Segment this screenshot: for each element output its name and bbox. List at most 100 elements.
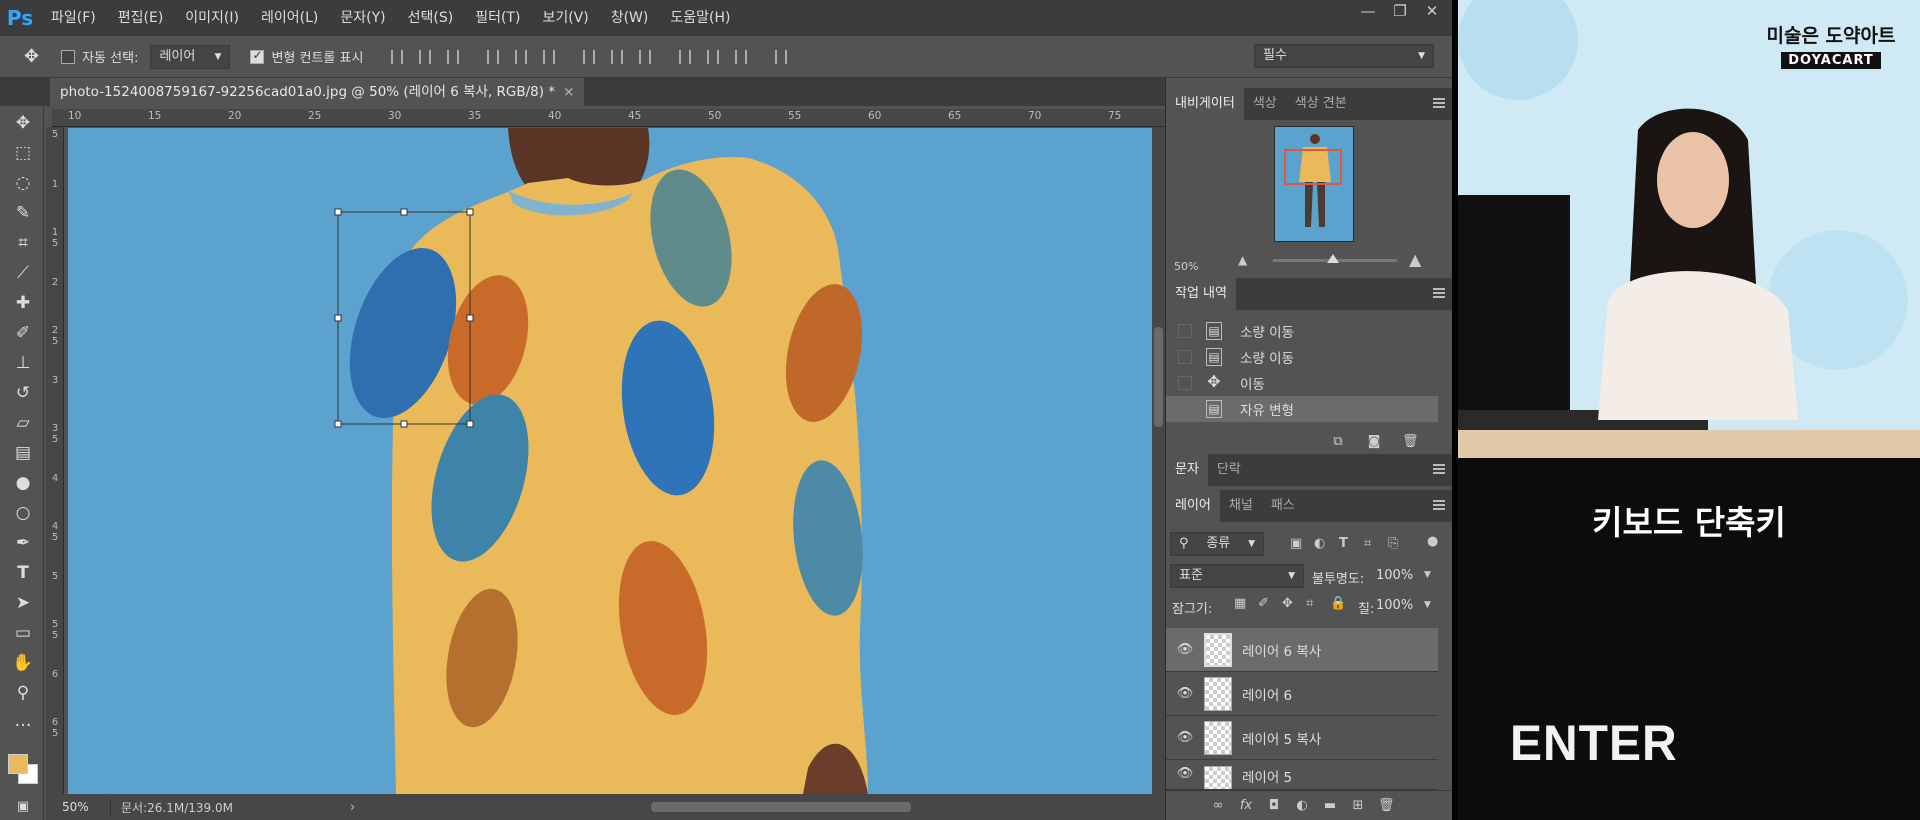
lock-position-icon[interactable]: ✥ — [1282, 596, 1293, 611]
eyedropper-tool-icon[interactable]: ⟋ — [12, 262, 34, 284]
history-checkbox[interactable] — [1178, 376, 1192, 390]
lock-transparent-icon[interactable]: ▦ — [1234, 596, 1246, 611]
visibility-eye-icon[interactable]: 👁 — [1166, 686, 1204, 701]
document-size-info[interactable]: 문서:26.1M/139.0M — [110, 798, 270, 816]
type-tool-icon[interactable]: T — [12, 562, 34, 584]
restore-button[interactable]: ❐ — [1384, 0, 1416, 24]
filter-type-icon[interactable]: T — [1339, 536, 1348, 551]
brush-tool-icon[interactable]: ✐ — [12, 322, 34, 344]
visibility-eye-icon[interactable]: 👁 — [1166, 730, 1204, 745]
panel-menu-icon[interactable] — [1433, 500, 1445, 510]
document-tab[interactable]: photo-1524008759167-92256cad01a0.jpg @ 5… — [50, 78, 585, 106]
menu-file[interactable]: 파일(F) — [40, 0, 107, 36]
marquee-tool-icon[interactable]: ⬚ — [12, 142, 34, 164]
scroll-thumb[interactable] — [1154, 327, 1163, 427]
pen-tool-icon[interactable]: ✒ — [12, 532, 34, 554]
menu-help[interactable]: 도움말(H) — [659, 0, 741, 36]
tab-paragraph[interactable]: 단락 — [1208, 454, 1250, 486]
panel-menu-icon[interactable] — [1433, 288, 1445, 298]
transform-controls-checkbox[interactable] — [250, 48, 265, 64]
history-checkbox[interactable] — [1178, 402, 1192, 416]
history-item[interactable]: ▤ 소량 이동 — [1166, 318, 1438, 344]
navigator-preview[interactable] — [1274, 126, 1354, 242]
tab-color[interactable]: 색상 — [1244, 88, 1286, 120]
healing-brush-tool-icon[interactable]: ✚ — [12, 292, 34, 314]
zoom-in-icon[interactable]: ▲ — [1409, 250, 1421, 269]
history-item[interactable]: ✥ 이동 — [1166, 370, 1438, 396]
zoom-out-icon[interactable]: ▲ — [1238, 253, 1247, 267]
distribute-vcenter-icon[interactable] — [611, 49, 624, 64]
filter-adjustment-icon[interactable]: ◐ — [1314, 536, 1325, 551]
canvas-horizontal-scrollbar[interactable] — [376, 800, 1166, 814]
close-button[interactable]: ✕ — [1416, 0, 1448, 24]
lock-pixels-icon[interactable]: ✐ — [1258, 596, 1269, 611]
close-tab-icon[interactable]: × — [563, 84, 574, 100]
scroll-thumb[interactable] — [651, 802, 911, 812]
chevron-down-icon[interactable]: ▼ — [1424, 570, 1431, 580]
panel-menu-icon[interactable] — [1433, 98, 1445, 108]
tab-character[interactable]: 문자 — [1166, 454, 1208, 486]
new-document-from-state-icon[interactable]: ⧉ — [1330, 434, 1346, 450]
menu-filter[interactable]: 필터(T) — [464, 0, 531, 36]
align-vcenter-icon[interactable] — [419, 49, 432, 64]
foreground-color-swatch[interactable] — [8, 754, 28, 774]
filter-pixel-icon[interactable]: ▣ — [1290, 536, 1302, 551]
opacity-value[interactable]: 100% — [1376, 568, 1413, 583]
auto-select-checkbox[interactable] — [61, 49, 76, 64]
clone-stamp-tool-icon[interactable]: ⊥ — [12, 352, 34, 374]
quick-mask-icon[interactable]: ▣ — [12, 796, 34, 818]
distribute-hcenter-icon[interactable] — [707, 49, 720, 64]
history-brush-tool-icon[interactable]: ↺ — [12, 382, 34, 404]
menu-window[interactable]: 창(W) — [600, 0, 660, 36]
tab-navigator[interactable]: 내비게이터 — [1166, 88, 1244, 120]
dodge-tool-icon[interactable]: ○ — [12, 502, 34, 524]
new-layer-icon[interactable]: ⊞ — [1350, 798, 1366, 814]
distribute-right-icon[interactable] — [735, 49, 748, 64]
layer-row[interactable]: 👁 레이어 6 — [1166, 672, 1438, 716]
rectangle-tool-icon[interactable]: ▭ — [12, 622, 34, 644]
slider-knob[interactable] — [1327, 254, 1339, 263]
lock-artboard-icon[interactable]: ⌗ — [1306, 596, 1313, 611]
lasso-tool-icon[interactable]: ◌ — [12, 172, 34, 194]
crop-tool-icon[interactable]: ⌗ — [12, 232, 34, 254]
history-item-selected[interactable]: ▤ 자유 변형 — [1166, 396, 1438, 422]
navigator-zoom-slider[interactable] — [1273, 254, 1397, 263]
menu-layer[interactable]: 레이어(L) — [250, 0, 329, 36]
fill-value[interactable]: 100% — [1376, 598, 1413, 613]
delete-layer-trash-icon[interactable]: 🗑 — [1378, 798, 1395, 814]
menu-image[interactable]: 이미지(I) — [174, 0, 250, 36]
workspace-dropdown[interactable]: 필수 ▼ — [1254, 44, 1434, 68]
distribute-left-icon[interactable] — [679, 49, 692, 64]
menu-type[interactable]: 문자(Y) — [329, 0, 396, 36]
panel-menu-icon[interactable] — [1433, 464, 1445, 474]
menu-view[interactable]: 보기(V) — [531, 0, 599, 36]
new-group-folder-icon[interactable]: ▬ — [1322, 798, 1338, 814]
trash-icon[interactable]: 🗑 — [1402, 434, 1419, 450]
filter-smart-object-icon[interactable]: ⎘ — [1388, 536, 1398, 551]
layer-row[interactable]: 👁 레이어 5 — [1166, 760, 1438, 790]
minimize-button[interactable]: — — [1352, 0, 1384, 24]
eraser-tool-icon[interactable]: ▱ — [12, 412, 34, 434]
camera-snapshot-icon[interactable]: ◙ — [1366, 434, 1382, 450]
chevron-right-icon[interactable]: › — [350, 800, 355, 815]
tab-swatches[interactable]: 색상 견본 — [1286, 88, 1356, 120]
chevron-down-icon[interactable]: ▼ — [1424, 600, 1431, 610]
auto-align-icon[interactable] — [775, 49, 788, 64]
link-layers-icon[interactable]: ∞ — [1210, 798, 1226, 814]
layer-row[interactable]: 👁 레이어 5 복사 — [1166, 716, 1438, 760]
path-selection-tool-icon[interactable]: ➤ — [12, 592, 34, 614]
visibility-eye-icon[interactable]: 👁 — [1166, 766, 1204, 781]
zoom-tool-icon[interactable]: ⚲ — [12, 682, 34, 704]
history-item[interactable]: ▤ 소량 이동 — [1166, 344, 1438, 370]
visibility-eye-icon[interactable]: 👁 — [1166, 642, 1204, 657]
align-top-icon[interactable] — [391, 49, 404, 64]
tab-paths[interactable]: 패스 — [1262, 490, 1304, 522]
layer-style-fx-icon[interactable]: fx — [1238, 798, 1254, 814]
move-tool-preset-icon[interactable]: ✥ — [24, 46, 39, 67]
document-canvas[interactable] — [68, 128, 1152, 794]
history-checkbox[interactable] — [1178, 324, 1192, 338]
hand-tool-icon[interactable]: ✋ — [12, 652, 34, 674]
navigator-view-box[interactable] — [1284, 149, 1342, 185]
lock-all-icon[interactable]: 🔒 — [1330, 596, 1346, 611]
move-tool-icon[interactable]: ✥ — [12, 112, 34, 134]
